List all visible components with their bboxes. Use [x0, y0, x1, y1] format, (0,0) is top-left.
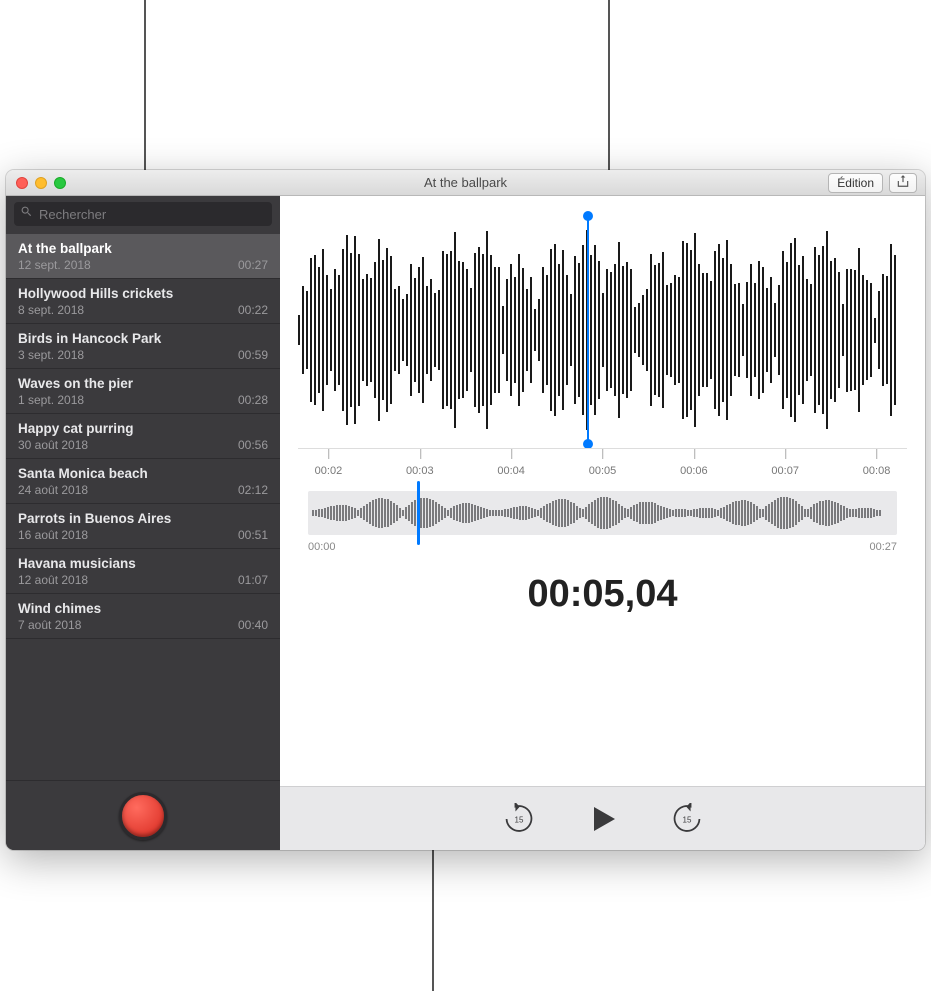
play-button[interactable] [583, 799, 623, 839]
main-panel: 00:02 00:03 00:04 00:05 00:06 00:07 00:08 00:0… [280, 196, 925, 850]
list-item[interactable]: Parrots in Buenos Aires 16 août 2018 00:51 [6, 504, 280, 549]
list-item[interactable]: At the ballpark 12 sept. 2018 00:27 [6, 234, 280, 279]
list-item[interactable]: Happy cat purring 30 août 2018 00:56 [6, 414, 280, 459]
window-controls [16, 177, 66, 189]
list-item[interactable]: Birds in Hancock Park 3 sept. 2018 00:59 [6, 324, 280, 369]
overview-playhead[interactable] [417, 481, 420, 545]
list-item[interactable]: Hollywood Hills crickets 8 sept. 2018 00:2… [6, 279, 280, 324]
list-item-duration: 01:07 [238, 573, 268, 587]
list-item-duration: 02:12 [238, 483, 268, 497]
titlebar: At the ballpark Édition [6, 170, 925, 196]
skip-forward-15-button[interactable]: 15 [667, 799, 707, 839]
list-item-title: Hollywood Hills crickets [18, 286, 268, 301]
list-item-date: 8 sept. 2018 [18, 303, 84, 317]
svg-text:15: 15 [514, 815, 523, 824]
timeline-ruler: 00:02 00:03 00:04 00:05 00:06 00:07 00:08 [298, 448, 907, 488]
zoom-playhead[interactable] [587, 216, 589, 444]
list-item[interactable]: Santa Monica beach 24 août 2018 02:12 [6, 459, 280, 504]
timeline-tick: 00:02 [315, 449, 343, 477]
share-button[interactable] [889, 173, 917, 193]
timeline-tick: 00:03 [406, 449, 434, 477]
list-item-date: 12 sept. 2018 [18, 258, 91, 272]
window-title: At the ballpark [6, 175, 925, 190]
search-icon [20, 205, 33, 223]
list-item-date: 24 août 2018 [18, 483, 88, 497]
list-item[interactable]: Havana musicians 12 août 2018 01:07 [6, 549, 280, 594]
record-button[interactable] [119, 792, 167, 840]
playback-controls: 15 15 [280, 786, 925, 850]
share-icon [896, 174, 910, 191]
search-input[interactable]: Rechercher [14, 202, 272, 226]
list-item-title: Happy cat purring [18, 421, 268, 436]
search-placeholder: Rechercher [39, 207, 106, 222]
timeline-tick: 00:07 [771, 449, 799, 477]
list-item-title: Waves on the pier [18, 376, 268, 391]
recordings-list: At the ballpark 12 sept. 2018 00:27 Hollywo… [6, 234, 280, 780]
list-item-duration: 00:40 [238, 618, 268, 632]
list-item-date: 16 août 2018 [18, 528, 88, 542]
timeline-tick: 00:04 [497, 449, 525, 477]
list-item-duration: 00:56 [238, 438, 268, 452]
list-item[interactable]: Wind chimes 7 août 2018 00:40 [6, 594, 280, 639]
list-item-date: 12 août 2018 [18, 573, 88, 587]
sidebar: Rechercher At the ballpark 12 sept. 2018 0… [6, 196, 280, 850]
list-item-date: 1 sept. 2018 [18, 393, 84, 407]
overview-end-time: 00:27 [869, 541, 897, 553]
list-item-title: Parrots in Buenos Aires [18, 511, 268, 526]
list-item-title: At the ballpark [18, 241, 268, 256]
overview-start-time: 00:00 [308, 541, 336, 553]
list-item-duration: 00:22 [238, 303, 268, 317]
list-item[interactable]: Waves on the pier 1 sept. 2018 00:28 [6, 369, 280, 414]
timeline-tick: 00:06 [680, 449, 708, 477]
skip-back-15-button[interactable]: 15 [499, 799, 539, 839]
close-window-button[interactable] [16, 177, 28, 189]
list-item-duration: 00:27 [238, 258, 268, 272]
list-item-title: Santa Monica beach [18, 466, 268, 481]
waveform-zoom[interactable]: 00:02 00:03 00:04 00:05 00:06 00:07 00:08 [280, 196, 925, 481]
timeline-tick: 00:05 [589, 449, 617, 477]
timeline-tick: 00:08 [863, 449, 891, 477]
list-item-date: 3 sept. 2018 [18, 348, 84, 362]
minimize-window-button[interactable] [35, 177, 47, 189]
zoom-window-button[interactable] [54, 177, 66, 189]
list-item-date: 7 août 2018 [18, 618, 81, 632]
edit-button[interactable]: Édition [828, 173, 883, 193]
app-window: At the ballpark Édition Rechercher At th [6, 170, 925, 850]
svg-text:15: 15 [682, 815, 691, 824]
list-item-duration: 00:59 [238, 348, 268, 362]
list-item-date: 30 août 2018 [18, 438, 88, 452]
list-item-title: Wind chimes [18, 601, 268, 616]
list-item-title: Birds in Hancock Park [18, 331, 268, 346]
list-item-title: Havana musicians [18, 556, 268, 571]
list-item-duration: 00:51 [238, 528, 268, 542]
waveform-overview[interactable] [308, 491, 897, 535]
list-item-duration: 00:28 [238, 393, 268, 407]
current-time-display: 00:05,04 [280, 573, 925, 616]
